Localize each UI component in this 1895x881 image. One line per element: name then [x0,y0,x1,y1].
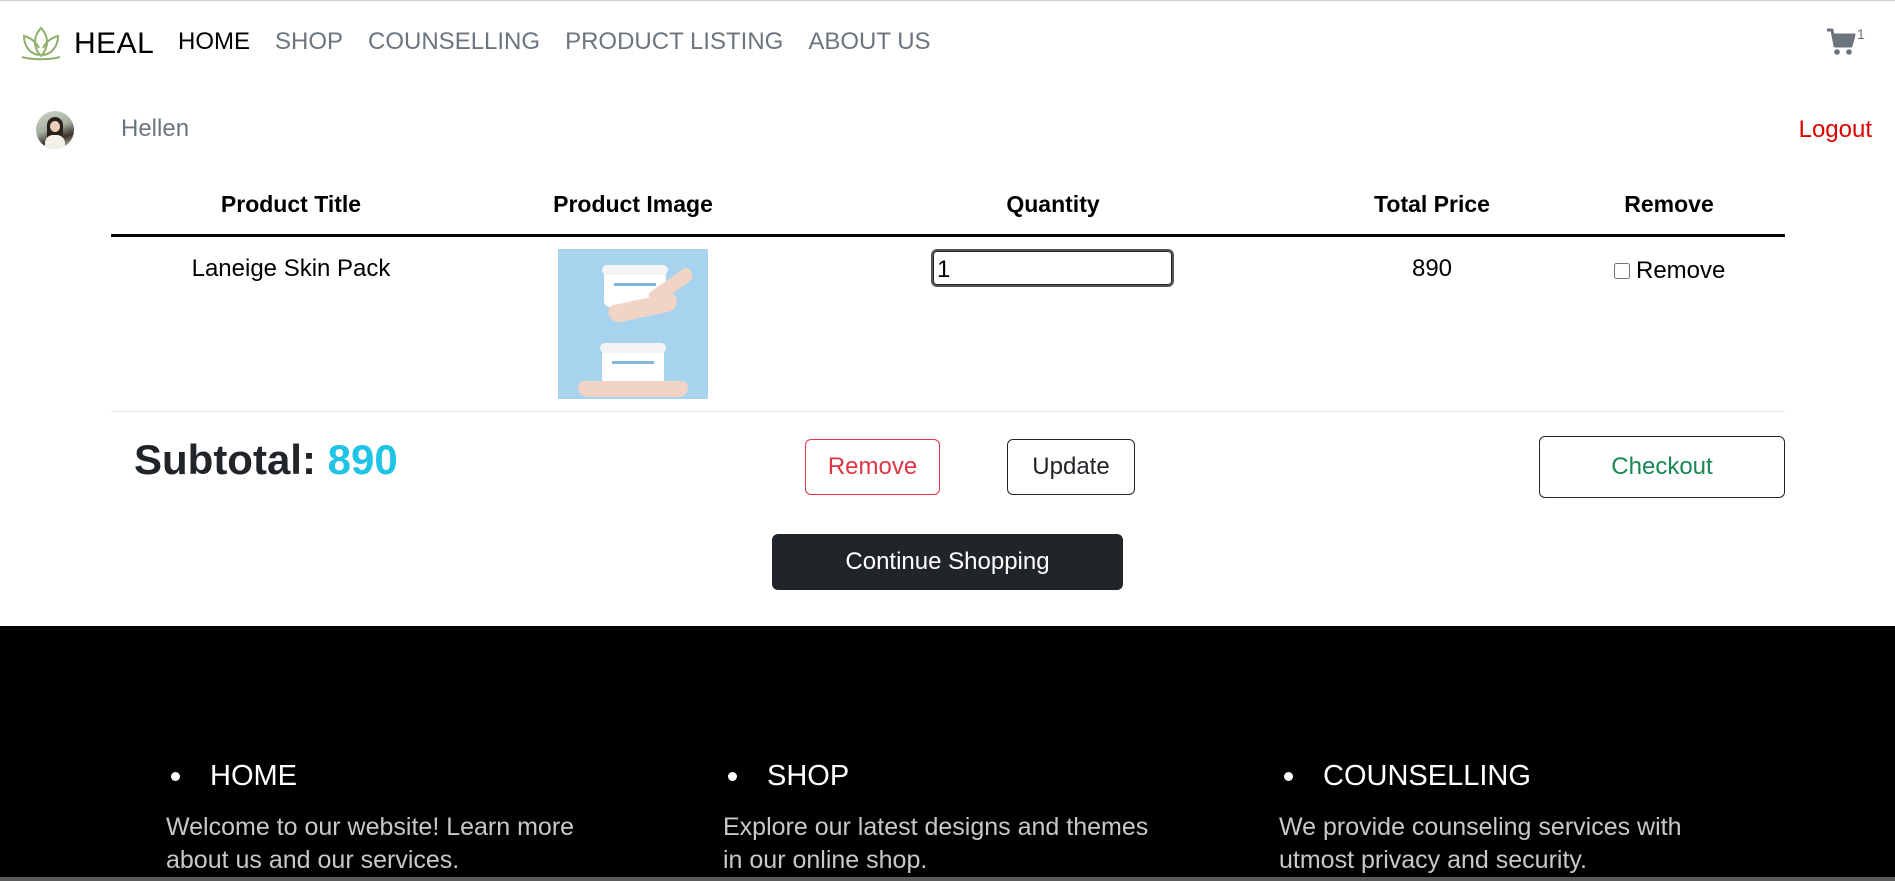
table-header-divider [111,234,1785,237]
subtotal-label: Subtotal: [134,436,316,483]
top-border [0,0,1895,1]
bullet-icon [728,772,737,781]
nav-about-us[interactable]: ABOUT US [808,28,930,56]
footer-shop-text: Explore our latest designs and themes in… [723,813,1149,874]
subtotal: Subtotal: 890 [134,436,398,484]
footer-column-home: HOME Welcome to our website! Learn more … [166,760,606,877]
continue-shopping-button[interactable]: Continue Shopping [772,534,1123,590]
bullet-icon [1284,772,1293,781]
table-row-divider [111,411,1785,412]
bottom-border [0,877,1895,881]
checkout-button[interactable]: Checkout [1539,436,1785,498]
header-remove: Remove [1624,191,1714,217]
lotus-icon [18,22,64,67]
cart-button[interactable]: 1 [1826,26,1865,61]
brand[interactable]: HEAL [18,22,154,66]
footer: HOME Welcome to our website! Learn more … [0,626,1895,881]
product-image [558,249,708,399]
footer-counselling-title[interactable]: COUNSELLING [1323,760,1531,793]
footer-shop-title[interactable]: SHOP [767,760,849,793]
header-total-price: Total Price [1374,191,1490,217]
nav-home[interactable]: HOME [178,28,250,56]
nav-product-listing[interactable]: PRODUCT LISTING [565,28,783,56]
footer-home-text: Welcome to our website! Learn more about… [166,813,575,874]
footer-column-counselling: COUNSELLING We provide counseling servic… [1279,760,1719,877]
subtotal-value: 890 [327,436,398,483]
product-title: Laneige Skin Pack [191,255,391,282]
header-product-title: Product Title [220,191,362,217]
footer-counselling-text: We provide counseling services with utmo… [1279,813,1682,874]
main-nav: HOME SHOP COUNSELLING PRODUCT LISTING AB… [178,28,931,56]
footer-column-shop: SHOP Explore our latest designs and them… [723,760,1163,877]
remove-button[interactable]: Remove [805,439,940,495]
remove-checkbox[interactable] [1614,263,1630,279]
remove-checkbox-label: Remove [1636,257,1726,284]
brand-name: HEAL [74,27,155,60]
avatar [36,111,74,149]
user-name: Hellen [121,115,190,142]
quantity-input[interactable] [931,249,1174,287]
bullet-icon [171,772,180,781]
cart-count-badge: 1 [1857,26,1865,42]
footer-home-title[interactable]: HOME [210,760,297,793]
nav-counselling[interactable]: COUNSELLING [368,28,540,56]
header-quantity: Quantity [1006,191,1100,217]
cart-icon [1826,28,1856,61]
update-button[interactable]: Update [1007,439,1135,495]
remove-item-checkbox[interactable]: Remove [1614,257,1725,285]
header-product-image: Product Image [553,191,713,217]
nav-shop[interactable]: SHOP [275,28,343,56]
total-price: 890 [1411,255,1453,282]
logout-link[interactable]: Logout [1799,116,1872,144]
